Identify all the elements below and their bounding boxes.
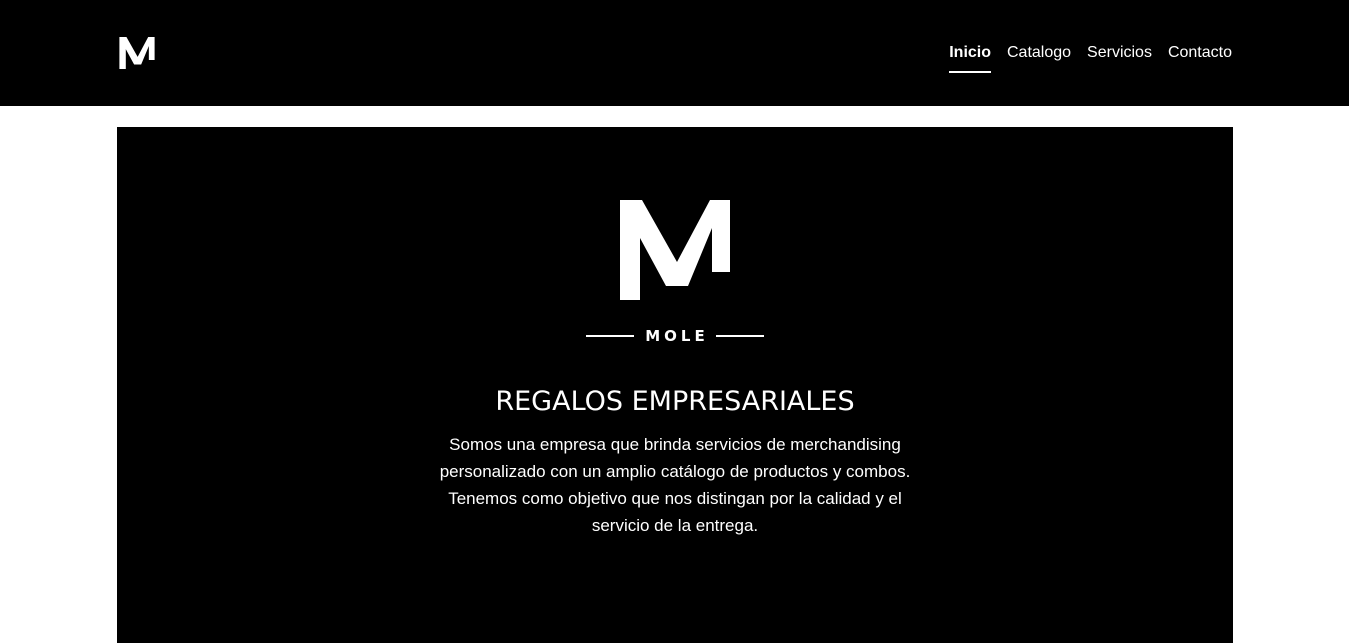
nav-link-contacto[interactable]: Contacto (1168, 43, 1232, 63)
nav-links: Inicio Catalogo Servicios Contacto (949, 43, 1232, 73)
nav-link-catalogo[interactable]: Catalogo (1007, 43, 1071, 63)
brand-divider-right (715, 335, 764, 337)
nav-link-servicios[interactable]: Servicios (1087, 43, 1152, 63)
hero-section: MOLE REGALOS EMPRESARIALES Somos una emp… (117, 127, 1233, 643)
brand-name: MOLE (645, 327, 709, 345)
hero-logo (620, 200, 730, 300)
m-logo-icon (119, 37, 155, 69)
navbar: Inicio Catalogo Servicios Contacto (0, 0, 1349, 106)
nav-link-inicio[interactable]: Inicio (949, 43, 991, 73)
hero-title: REGALOS EMPRESARIALES (495, 386, 855, 417)
m-logo-icon (620, 200, 730, 300)
brand-lockup: MOLE (586, 326, 764, 346)
hero-description: Somos una empresa que brinda servicios d… (439, 435, 911, 535)
brand-divider-left (586, 335, 634, 337)
nav-logo[interactable] (119, 37, 155, 69)
